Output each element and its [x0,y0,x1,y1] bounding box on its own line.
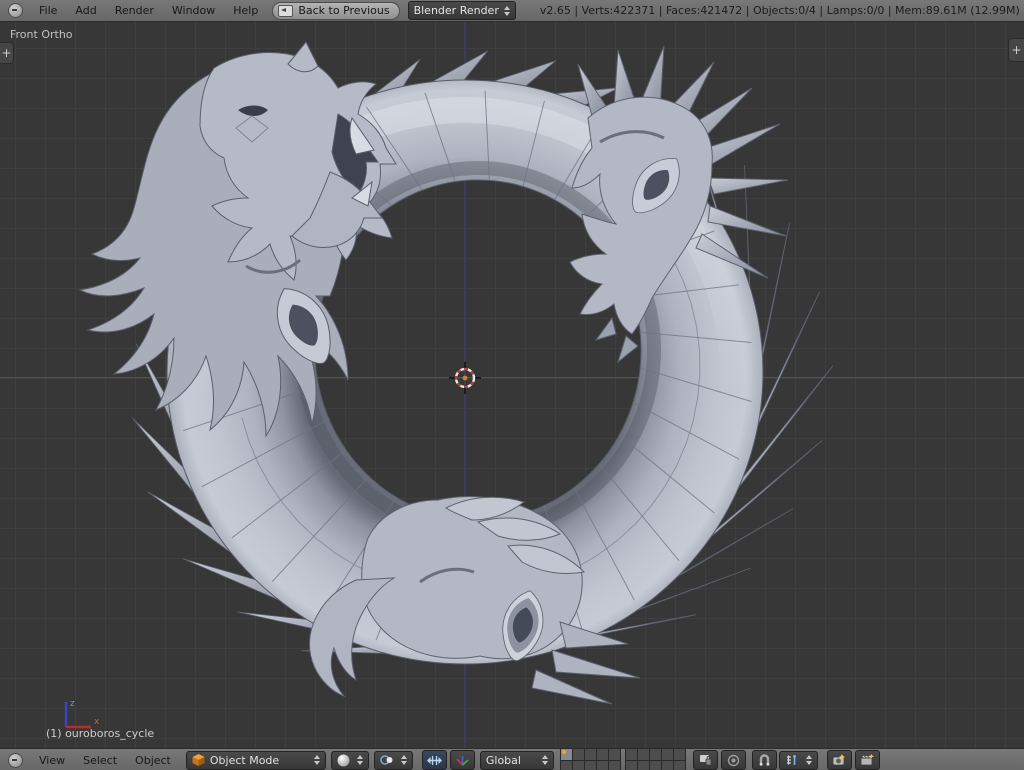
layer-toggle-10[interactable] [609,761,620,770]
menu-add[interactable]: Add [66,4,105,17]
updown-arrows-icon [357,755,363,765]
menu-select[interactable]: Select [74,754,126,767]
menu-object[interactable]: Object [126,754,180,767]
layer-toggle-4[interactable] [597,749,608,760]
axis-cross-icon [456,754,469,767]
layer-toggle-15[interactable] [674,749,685,760]
snap-magnet-icon [758,754,771,767]
updown-arrows-icon [504,6,510,16]
render-engine-select[interactable]: Blender Render [408,1,516,20]
layer-toggle-14[interactable] [662,749,673,760]
translate-arrows-icon [427,755,442,766]
layer-toggle-20[interactable] [674,761,685,770]
pivot-point-select[interactable] [374,751,413,770]
manipulator-axis-button[interactable] [450,750,475,770]
menu-render[interactable]: Render [106,4,163,17]
updown-arrows-icon [314,755,320,765]
menu-window[interactable]: Window [163,4,224,17]
layer-toggle-8[interactable] [585,761,596,770]
layer-toggle-2[interactable] [573,749,584,760]
layer-toggle-17[interactable] [638,761,649,770]
axis-z-label: z [70,699,75,709]
menu-help[interactable]: Help [224,4,267,17]
viewport-shading-select[interactable] [331,751,369,770]
scene-lock-icon [699,754,712,766]
manipulator-translate-toggle[interactable] [422,750,447,770]
mode-select[interactable]: Object Mode [186,751,326,770]
proportional-edit-icon [727,754,740,767]
editor-type-icon[interactable] [8,3,23,18]
layer-toggle-5[interactable] [609,749,620,760]
shading-sphere-icon [337,754,350,767]
snap-toggle-button[interactable] [752,750,777,770]
layer-toggle-12[interactable] [638,749,649,760]
layer-toggle-13[interactable] [650,749,661,760]
layers-group-2[interactable] [625,748,686,770]
layer-toggle-9[interactable] [597,761,608,770]
object-mode-cube-icon [192,754,205,766]
axis-x-label: x [94,717,100,727]
layer-toggle-18[interactable] [650,761,661,770]
toolshelf-expand-tab[interactable]: + [0,42,14,64]
layer-toggle-16[interactable] [626,761,637,770]
updown-arrows-icon [542,755,548,765]
layer-toggle-19[interactable] [662,761,673,770]
view-name-label: Front Ortho [10,28,73,41]
scene-stats: v2.65 | Verts:422371 | Faces:421472 | Ob… [540,4,1024,17]
properties-expand-tab[interactable]: + [1008,38,1024,62]
ouroboros-model[interactable] [0,22,1024,748]
layer-object-dot [562,750,566,754]
updown-arrows-icon [401,755,407,765]
snap-element-select[interactable] [779,751,818,770]
layer-toggle-11[interactable] [626,749,637,760]
menu-file[interactable]: File [30,4,66,17]
proportional-edit-button[interactable] [721,750,746,770]
layer-toggle-1[interactable] [561,749,572,760]
menu-view[interactable]: View [30,754,74,767]
axis-gizmo: z x [40,690,106,738]
back-to-previous-button[interactable]: Back to Previous [272,2,399,20]
editor-type-icon[interactable] [8,753,23,768]
clapperboard-icon [860,754,874,766]
pivot-icon [380,754,394,766]
back-arrow-icon [278,5,293,17]
opengl-render-anim-button[interactable] [855,750,880,770]
cursor-3d [447,360,483,396]
blender-window: File Add Render Window Help Back to Prev… [0,0,1024,770]
layer-toggle-7[interactable] [573,761,584,770]
opengl-render-button[interactable] [827,750,852,770]
layer-toggle-3[interactable] [585,749,596,760]
info-header: File Add Render Window Help Back to Prev… [0,0,1024,22]
viewport-3d[interactable]: Front Ortho (1) ouroboros_cycle z x + + [0,22,1024,748]
lock-to-scene-button[interactable] [693,750,718,770]
layers-group-1[interactable] [560,748,621,770]
view3d-header: View Select Object Object Mode [0,748,1024,770]
render-camera-icon [832,754,846,766]
layer-toggle-6[interactable] [561,761,572,770]
updown-arrows-icon [806,755,812,765]
snap-increment-icon [785,754,799,766]
transform-orientation-select[interactable]: Global [480,751,554,770]
lion-head [80,42,396,436]
